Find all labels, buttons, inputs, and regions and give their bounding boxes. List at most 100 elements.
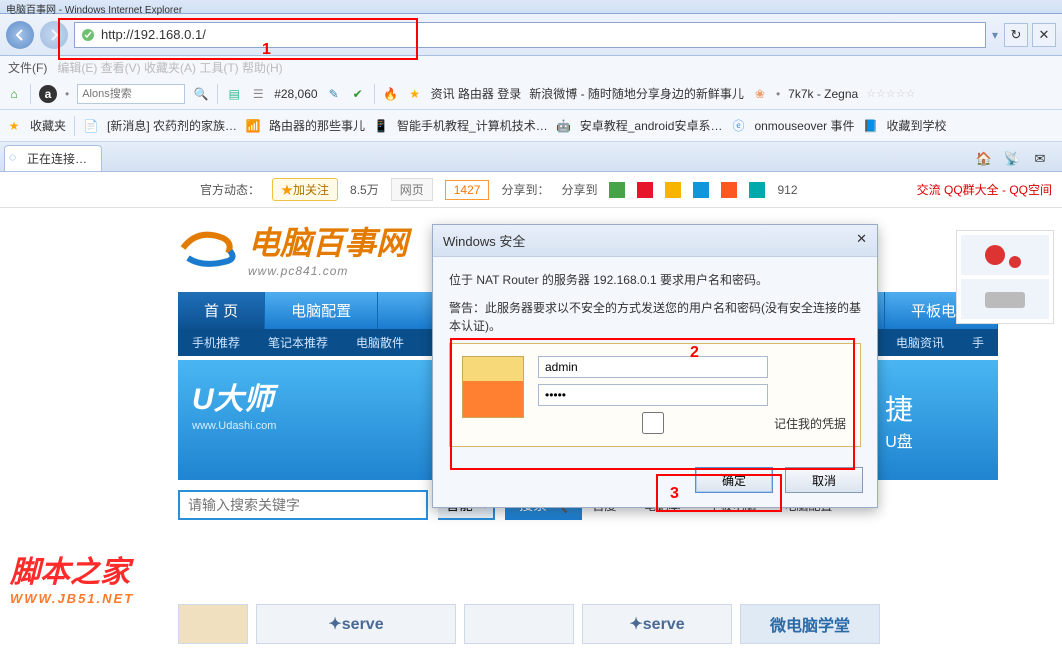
forward-button[interactable]	[40, 21, 68, 49]
menu-file[interactable]: 文件(F)	[8, 59, 47, 76]
flow-serve[interactable]: ✦serve	[256, 604, 456, 644]
rating-stars: ☆☆☆☆☆	[866, 87, 915, 100]
tab-label: 正在连接…	[27, 152, 87, 166]
bookmark-5[interactable]: onmouseover 事件	[754, 117, 854, 134]
bookmark-icon-6: 📘	[863, 118, 879, 134]
qq-link[interactable]: 交流 QQ群大全 - QQ空间	[917, 181, 1052, 198]
home-icon[interactable]: ⌂	[6, 86, 22, 102]
flow-row: ✦serve ✦serve 微电脑学堂	[178, 604, 880, 644]
refresh-button[interactable]: ↻	[1004, 23, 1028, 47]
banner-r-bottom: U盘	[885, 428, 913, 452]
ok-button[interactable]: 确定	[695, 467, 773, 493]
stop-button[interactable]: ✕	[1032, 23, 1056, 47]
nav-right-buttons: ↻ ✕	[1004, 23, 1056, 47]
bookmark-1[interactable]: [新消息] 农药剂的家族…	[107, 117, 237, 134]
browser-nav-bar: ▾ ↻ ✕	[0, 14, 1062, 56]
tool-icon-3[interactable]: ✎	[326, 86, 342, 102]
tool-icon-2[interactable]: ☰	[250, 86, 266, 102]
page-sub-toolbar: 官方动态： ★加关注 8.5万 网页 1427 分享到： 分享到 912 交流 …	[0, 172, 1062, 208]
tab-loading[interactable]: ◌ 正在连接…	[4, 145, 102, 171]
tool-icon-1[interactable]: ▤	[226, 86, 242, 102]
dialog-close-button[interactable]: ✕	[856, 231, 867, 250]
toolbar-link-2[interactable]: 新浪微博 - 随时随地分享身边的新鲜事儿	[529, 85, 744, 102]
home-icon-2[interactable]: 🏠	[972, 147, 996, 171]
flow-photo[interactable]	[178, 604, 248, 644]
nav-home[interactable]: 首 页	[178, 292, 265, 329]
address-input[interactable]	[74, 22, 986, 48]
logo-subtitle: www.pc841.com	[248, 264, 408, 278]
window-title-bar: 电脑百事网 - Windows Internet Explorer	[0, 0, 1062, 14]
tool-icon-4[interactable]: ✔	[350, 86, 366, 102]
official-label: 官方动态：	[200, 181, 260, 198]
nav-config[interactable]: 电脑配置	[265, 292, 378, 329]
chip-count[interactable]: 1427	[445, 180, 490, 200]
cancel-button[interactable]: 取消	[785, 467, 863, 493]
tool-icon-5[interactable]: ❀	[752, 86, 768, 102]
bookmark-icon-5: ⓔ	[730, 118, 746, 134]
auth-dialog: Windows 安全 ✕ 位于 NAT Router 的服务器 192.168.…	[432, 224, 878, 508]
bookmark-6[interactable]: 收藏到学校	[887, 117, 947, 134]
search-icon[interactable]: 🔍	[193, 86, 209, 102]
alons-icon[interactable]: a	[39, 85, 57, 103]
star-icon[interactable]: ★	[407, 86, 423, 102]
toolbar-link-3[interactable]: 7k7k - Zegna	[788, 87, 858, 101]
share-icon-3[interactable]	[665, 182, 681, 198]
subnav-1[interactable]: 手机推荐	[178, 329, 254, 356]
password-input[interactable]	[538, 384, 768, 406]
subnav-6[interactable]: 手	[958, 329, 998, 356]
dialog-warning: 警告：此服务器要求以不安全的方式发送您的用户名和密码(没有安全连接的基本认证)。	[449, 299, 861, 335]
mail-icon[interactable]: ✉	[1028, 147, 1052, 171]
dialog-title: Windows 安全	[443, 231, 525, 250]
toolbar-search-input[interactable]	[77, 84, 185, 104]
subnav-2[interactable]: 笔记本推荐	[254, 329, 342, 356]
site-search-input[interactable]	[178, 490, 428, 520]
avatar-icon	[462, 356, 524, 418]
share-label: 分享到：	[501, 181, 549, 198]
toolbar-row-1: ⌂ a • 🔍 ▤ ☰ #28,060 ✎ ✔ 🔥 ★ 资讯 路由器 登录 新浪…	[0, 78, 1062, 110]
back-button[interactable]	[6, 21, 34, 49]
favorites-label[interactable]: 收藏夹	[30, 117, 66, 134]
logo-icon	[178, 223, 238, 273]
favorites-star-icon[interactable]: ★	[6, 118, 22, 134]
right-ads	[956, 230, 1054, 324]
logo-text: 电脑百事网	[248, 218, 408, 264]
rank-number: #28,060	[274, 87, 317, 101]
remember-checkbox-label[interactable]: 记住我的凭据	[538, 412, 848, 434]
bookmark-3[interactable]: 智能手机教程_计算机技术…	[397, 117, 548, 134]
share-icon-4[interactable]	[693, 182, 709, 198]
subnav-5[interactable]: 电脑资讯	[882, 329, 958, 356]
chip-web[interactable]: 网页	[391, 178, 433, 201]
share-icon-6[interactable]	[749, 182, 765, 198]
bookmark-icon-4: 🤖	[556, 118, 572, 134]
dialog-titlebar: Windows 安全 ✕	[433, 225, 877, 257]
username-input[interactable]	[538, 356, 768, 378]
bookmark-icon-2: 📶	[245, 118, 261, 134]
remember-checkbox[interactable]	[538, 412, 768, 434]
share-icon-5[interactable]	[721, 182, 737, 198]
bookmark-4[interactable]: 安卓教程_android安卓系…	[580, 117, 723, 134]
bookmark-2[interactable]: 路由器的那些事儿	[269, 117, 365, 134]
toolbar-link-1[interactable]: 资讯 路由器 登录	[431, 85, 522, 102]
ad-1[interactable]	[961, 235, 1049, 275]
fire-icon[interactable]: 🔥	[383, 86, 399, 102]
ad-2[interactable]	[961, 279, 1049, 319]
feed-icon[interactable]: 📡	[1000, 147, 1024, 171]
tab-bar: ◌ 正在连接… 🏠 📡 ✉	[0, 142, 1062, 172]
follow-button[interactable]: ★加关注	[272, 178, 338, 201]
annotation-num-1: 1	[262, 41, 271, 59]
share-icon-1[interactable]	[609, 182, 625, 198]
flow-mid[interactable]	[464, 604, 574, 644]
share-icon-2[interactable]	[637, 182, 653, 198]
watermark: 脚本之家 WWW.JB51.NET	[10, 547, 134, 606]
flow-serve2[interactable]: ✦serve	[582, 604, 732, 644]
banner-r-top: 捷	[885, 388, 913, 428]
address-bar-wrap	[74, 22, 986, 48]
subnav-3[interactable]: 电脑散件	[342, 329, 418, 356]
menu-bar: 文件(F) 编辑(E) 查看(V) 收藏夹(A) 工具(T) 帮助(H)	[0, 56, 1062, 78]
annotation-num-2: 2	[690, 344, 699, 362]
share-count: 912	[777, 183, 797, 197]
credentials-box: 记住我的凭据	[449, 343, 861, 447]
flow-school[interactable]: 微电脑学堂	[740, 604, 880, 644]
menu-rest[interactable]: 编辑(E) 查看(V) 收藏夹(A) 工具(T) 帮助(H)	[57, 59, 282, 76]
bookmark-icon-1: 📄	[83, 118, 99, 134]
